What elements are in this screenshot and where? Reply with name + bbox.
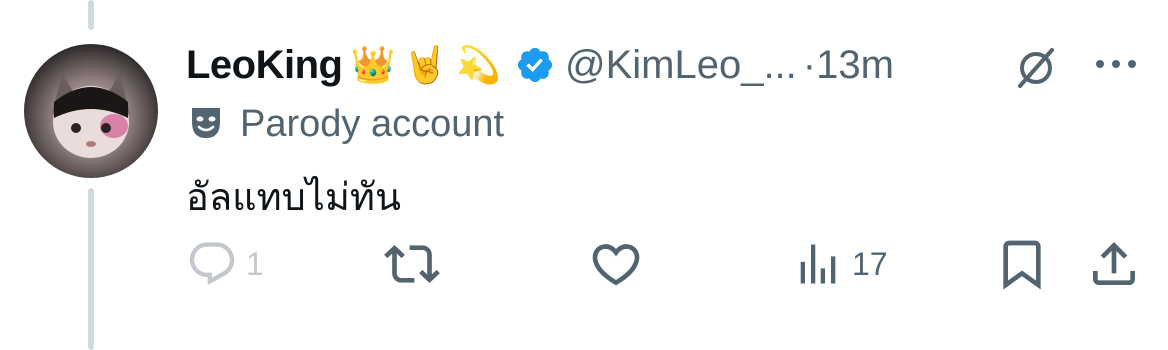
retweet-icon	[384, 245, 440, 283]
user-handle[interactable]: @KimLeo_...	[565, 43, 797, 88]
reply-count: 1	[246, 245, 264, 282]
verified-badge-icon[interactable]	[515, 45, 555, 85]
display-name[interactable]: LeoKing	[186, 43, 343, 88]
timestamp[interactable]: ·13m	[803, 43, 894, 88]
avatar[interactable]	[24, 44, 158, 178]
views-count: 17	[852, 245, 888, 282]
views-button[interactable]: 17	[792, 236, 888, 292]
retweet-button[interactable]	[384, 236, 440, 292]
thread-line-top	[88, 0, 94, 30]
crown-emoji: 👑	[350, 45, 396, 86]
parody-account-text: Parody account	[240, 102, 505, 145]
tweet-text: อัลแทบไม่ทัน	[186, 175, 401, 219]
tweet-header: LeoKing 👑 🤘 💫 @KimLeo_... ·13m	[186, 40, 894, 90]
views-icon	[800, 244, 836, 284]
heart-icon	[592, 244, 640, 286]
grok-icon[interactable]	[1012, 44, 1060, 92]
avatar-cat-image	[52, 74, 130, 158]
rock-hand-emoji: 🤘	[403, 45, 449, 86]
like-button[interactable]	[588, 236, 644, 292]
thread-line-bottom	[88, 188, 94, 350]
more-icon[interactable]	[1092, 52, 1140, 76]
reply-button[interactable]: 1	[186, 236, 264, 292]
bookmark-button[interactable]	[994, 236, 1050, 292]
share-button[interactable]	[1086, 236, 1142, 292]
share-icon	[1093, 242, 1135, 285]
parody-mask-icon	[186, 102, 226, 147]
parody-label: Parody account	[186, 100, 504, 148]
bookmark-icon	[1003, 240, 1041, 290]
reply-icon	[189, 242, 235, 286]
dizzy-emoji: 💫	[456, 45, 501, 86]
